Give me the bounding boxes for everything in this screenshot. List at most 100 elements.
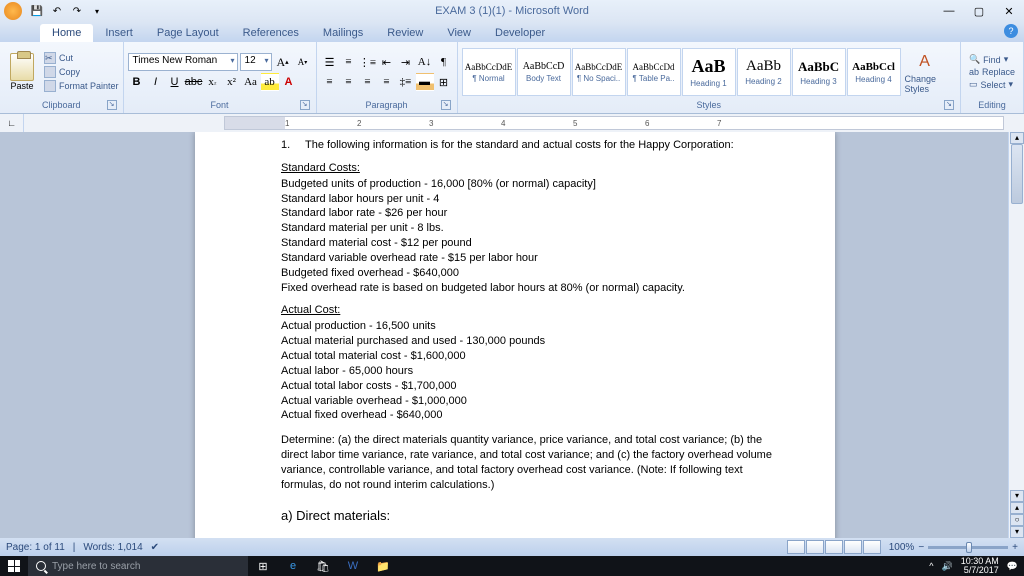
- volume-icon[interactable]: 🔊: [942, 561, 953, 572]
- outline-view[interactable]: [844, 540, 862, 554]
- qat-more-icon[interactable]: ▾: [88, 2, 106, 20]
- qat-save-icon[interactable]: 💾: [28, 2, 46, 20]
- borders-button[interactable]: ⊞: [435, 73, 453, 91]
- tray-expand-icon[interactable]: ^: [929, 561, 933, 571]
- qat-redo-icon[interactable]: ↷: [68, 2, 86, 20]
- style-item-2[interactable]: AaBbCcDdE¶ No Spaci..: [572, 48, 626, 96]
- grow-font-button[interactable]: A▴: [274, 53, 292, 71]
- zoom-out-button[interactable]: −: [918, 542, 924, 553]
- draft-view[interactable]: [863, 540, 881, 554]
- style-item-5[interactable]: AaBbHeading 2: [737, 48, 791, 96]
- clipboard-dialog-launcher[interactable]: ↘: [107, 100, 117, 110]
- style-item-0[interactable]: AaBbCcDdE¶ Normal: [462, 48, 516, 96]
- tab-references[interactable]: References: [231, 24, 311, 42]
- sort-button[interactable]: A↓: [416, 53, 434, 71]
- italic-button[interactable]: I: [147, 73, 165, 91]
- tray-date[interactable]: 5/7/2017: [961, 566, 999, 575]
- horizontal-ruler[interactable]: 1234567: [224, 116, 1004, 130]
- underline-button[interactable]: U: [166, 73, 184, 91]
- style-item-4[interactable]: AaBHeading 1: [682, 48, 736, 96]
- font-name-select[interactable]: Times New Roman: [128, 53, 238, 71]
- strike-button[interactable]: abc: [185, 73, 203, 91]
- superscript-button[interactable]: x²: [223, 73, 241, 91]
- zoom-thumb[interactable]: [966, 542, 972, 553]
- taskbar-search[interactable]: Type here to search: [28, 556, 248, 576]
- tab-page-layout[interactable]: Page Layout: [145, 24, 231, 42]
- document-page[interactable]: 1.The following information is for the s…: [195, 132, 835, 538]
- change-styles-button[interactable]: A Change Styles: [905, 50, 945, 94]
- word-taskbar-icon[interactable]: W: [338, 556, 368, 576]
- scroll-thumb[interactable]: [1011, 144, 1023, 204]
- format-painter-button[interactable]: Format Painter: [44, 80, 119, 92]
- style-item-3[interactable]: AaBbCcDd¶ Table Pa..: [627, 48, 681, 96]
- explorer-icon[interactable]: 📁: [368, 556, 398, 576]
- tab-selector[interactable]: ∟: [0, 114, 24, 132]
- edge-icon[interactable]: e: [278, 556, 308, 576]
- style-item-6[interactable]: AaBbCHeading 3: [792, 48, 846, 96]
- next-page-button[interactable]: ▾: [1010, 526, 1024, 538]
- indent-dec-button[interactable]: ⇤: [378, 53, 396, 71]
- numbering-button[interactable]: ≡: [340, 53, 358, 71]
- tab-view[interactable]: View: [435, 24, 483, 42]
- task-view-button[interactable]: ⊞: [248, 556, 278, 576]
- scroll-up-button[interactable]: ▴: [1010, 132, 1024, 144]
- print-layout-view[interactable]: [787, 540, 805, 554]
- shading-button[interactable]: ▬: [416, 73, 434, 91]
- qat-undo-icon[interactable]: ↶: [48, 2, 66, 20]
- style-item-1[interactable]: AaBbCcDBody Text: [517, 48, 571, 96]
- start-button[interactable]: [0, 556, 28, 576]
- indent-inc-button[interactable]: ⇥: [397, 53, 415, 71]
- tab-developer[interactable]: Developer: [483, 24, 557, 42]
- bold-button[interactable]: B: [128, 73, 146, 91]
- zoom-slider[interactable]: [928, 546, 1008, 549]
- subscript-button[interactable]: x₂: [204, 73, 222, 91]
- full-screen-view[interactable]: [806, 540, 824, 554]
- zoom-level[interactable]: 100%: [889, 542, 915, 553]
- tab-insert[interactable]: Insert: [93, 24, 145, 42]
- font-size-select[interactable]: 12: [240, 53, 272, 71]
- highlight-button[interactable]: ab: [261, 73, 279, 91]
- styles-dialog-launcher[interactable]: ↘: [944, 100, 954, 110]
- line-spacing-button[interactable]: ‡≡: [397, 73, 415, 91]
- replace-button[interactable]: abReplace: [969, 67, 1015, 77]
- web-layout-view[interactable]: [825, 540, 843, 554]
- align-center-button[interactable]: ≡: [340, 73, 358, 91]
- spellcheck-icon[interactable]: ✔: [151, 542, 159, 553]
- maximize-button[interactable]: ▢: [964, 0, 994, 22]
- copy-button[interactable]: Copy: [44, 66, 119, 78]
- bullets-button[interactable]: ☰: [321, 53, 339, 71]
- justify-button[interactable]: ≡: [378, 73, 396, 91]
- paragraph-dialog-launcher[interactable]: ↘: [441, 100, 451, 110]
- align-right-button[interactable]: ≡: [359, 73, 377, 91]
- show-marks-button[interactable]: ¶: [435, 53, 453, 71]
- align-left-button[interactable]: ≡: [321, 73, 339, 91]
- zoom-in-button[interactable]: +: [1012, 542, 1018, 553]
- paste-button[interactable]: Paste: [4, 51, 40, 93]
- scroll-down-button[interactable]: ▾: [1010, 490, 1024, 502]
- vertical-scrollbar[interactable]: ▴ ▾ ▴ ○ ▾: [1008, 132, 1024, 538]
- office-button[interactable]: [4, 2, 22, 20]
- store-icon[interactable]: 🛍: [308, 556, 338, 576]
- help-icon[interactable]: ?: [1004, 24, 1018, 38]
- style-gallery[interactable]: AaBbCcDdE¶ NormalAaBbCcDBody TextAaBbCcD…: [462, 48, 901, 96]
- tab-mailings[interactable]: Mailings: [311, 24, 375, 42]
- prev-page-button[interactable]: ▴: [1010, 502, 1024, 514]
- minimize-button[interactable]: —: [934, 0, 964, 22]
- standard-cost-line-3: Standard material per unit - 8 lbs.: [281, 221, 775, 236]
- tab-home[interactable]: Home: [40, 24, 93, 42]
- cut-button[interactable]: ✂Cut: [44, 52, 119, 64]
- font-color-button[interactable]: A: [280, 73, 298, 91]
- tab-review[interactable]: Review: [375, 24, 435, 42]
- status-words[interactable]: Words: 1,014: [83, 542, 142, 553]
- shrink-font-button[interactable]: A▾: [294, 53, 312, 71]
- select-button[interactable]: ▭Select ▾: [969, 79, 1015, 90]
- find-button[interactable]: 🔍Find ▾: [969, 54, 1015, 65]
- browse-object-button[interactable]: ○: [1010, 514, 1024, 526]
- notifications-icon[interactable]: 💬: [1007, 561, 1018, 572]
- change-case-button[interactable]: Aa: [242, 73, 260, 91]
- status-page[interactable]: Page: 1 of 11: [6, 542, 65, 553]
- style-item-7[interactable]: AaBbCclHeading 4: [847, 48, 901, 96]
- font-dialog-launcher[interactable]: ↘: [300, 100, 310, 110]
- multilevel-button[interactable]: ⋮≡: [359, 53, 377, 71]
- close-button[interactable]: ✕: [994, 0, 1024, 22]
